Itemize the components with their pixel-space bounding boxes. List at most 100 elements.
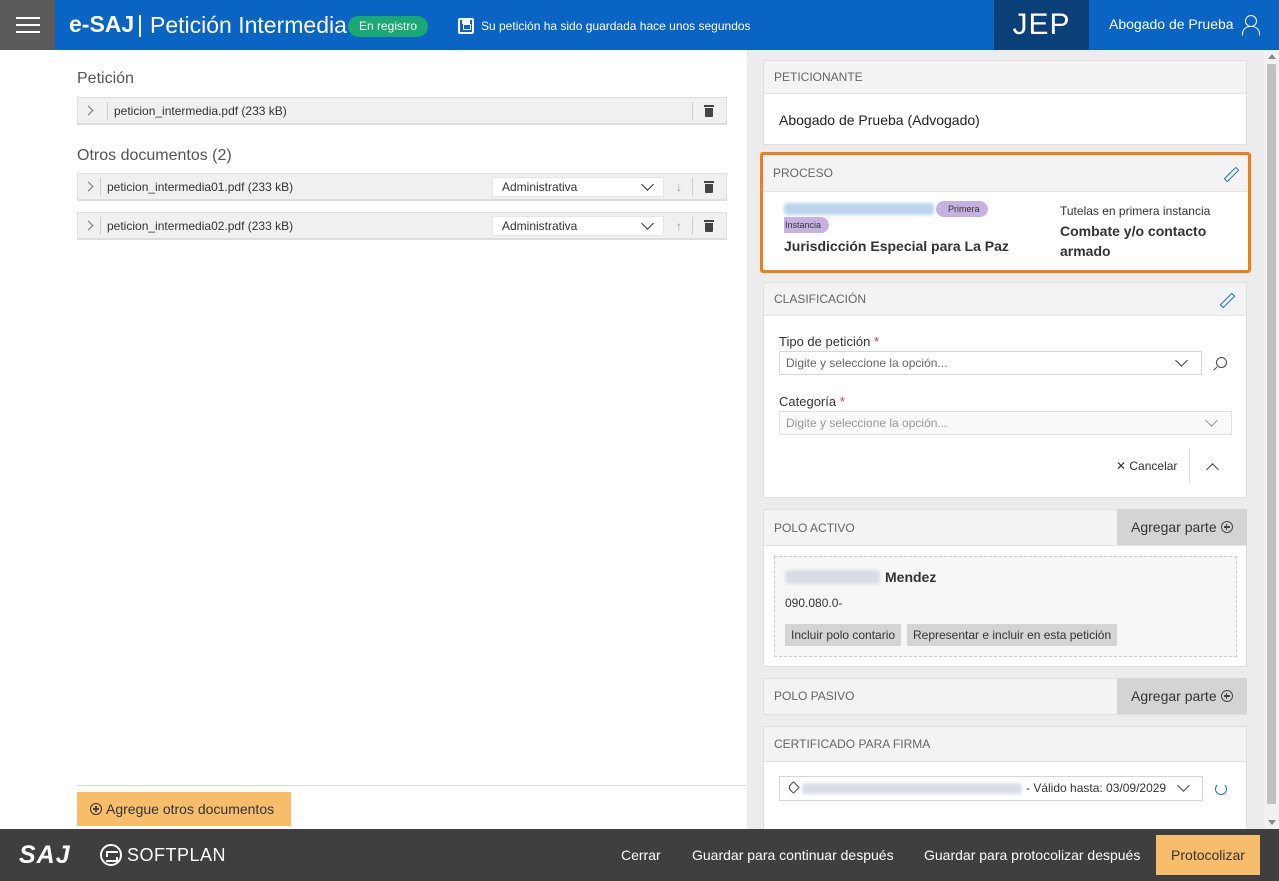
divider: [100, 217, 101, 235]
hamburger-menu-icon[interactable]: [0, 0, 55, 50]
add-documents-label: Agregue otros documentos: [106, 801, 275, 817]
other-document-row[interactable]: peticion_intermedia01.pdf (233 kB) Admin…: [77, 173, 727, 201]
brand-logo[interactable]: e-SAJ: [69, 11, 134, 38]
divider: [100, 178, 101, 196]
otros-documentos-title: Otros documentos (2): [77, 147, 232, 164]
save-continue-later-button[interactable]: Guardar para continuar después: [692, 847, 894, 863]
proceso-header: PROCESO: [763, 155, 1248, 192]
add-documents-button[interactable]: Agregue otros documentos: [77, 792, 291, 826]
divider: [692, 217, 693, 235]
trash-icon[interactable]: [704, 220, 714, 232]
categoria-label: Categoría *: [779, 394, 845, 409]
move-down-arrow-icon[interactable]: ↓: [676, 180, 682, 194]
party-name: Mendez: [885, 569, 937, 585]
document-filename: peticion_intermedia.pdf (233 kB): [114, 104, 287, 118]
saj-logo: SAJ: [19, 841, 71, 869]
floppy-disk-icon: [458, 18, 474, 34]
edit-pencil-icon[interactable]: [1223, 167, 1237, 181]
categoria-input[interactable]: Digite y seleccione la opción...: [779, 411, 1232, 435]
divider: [692, 178, 693, 196]
expand-chevron-icon[interactable]: [85, 220, 95, 232]
scroll-down-arrow-icon[interactable]: [1268, 820, 1276, 825]
user-icon[interactable]: [1241, 15, 1260, 36]
instance-badge-line1: Primera: [936, 201, 988, 217]
categoria-label-text: Categoría: [779, 394, 837, 409]
plus-circle-icon: [1220, 690, 1233, 702]
trash-icon[interactable]: [704, 181, 714, 193]
chevron-down-icon: [641, 178, 654, 191]
redacted-process-number: [784, 203, 934, 215]
user-name[interactable]: Abogado de Prueba: [1109, 16, 1234, 32]
tag-icon: [787, 781, 800, 794]
agregar-parte-label: Agregar parte: [1131, 688, 1217, 704]
proceso-header-label: PROCESO: [773, 166, 834, 180]
top-bar: e-SAJ | Petición Intermedia En registro …: [0, 0, 1279, 50]
save-protocol-later-button[interactable]: Guardar para protocolizar después: [924, 847, 1140, 863]
chevron-down-icon: [641, 217, 654, 230]
title-separator: |: [137, 11, 143, 37]
scroll-up-arrow-icon[interactable]: [1268, 54, 1276, 59]
expand-chevron-icon[interactable]: [85, 181, 95, 193]
clasificacion-header: CLASIFICACIÓN: [764, 283, 1246, 316]
required-mark: *: [873, 334, 879, 349]
divider: [107, 102, 108, 120]
agregar-parte-label: Agregar parte: [1131, 519, 1217, 535]
document-type-select[interactable]: Administrativa: [492, 177, 664, 197]
chevron-down-icon[interactable]: [1177, 779, 1190, 792]
trash-icon[interactable]: [704, 105, 714, 117]
documents-area: [0, 50, 747, 829]
certificate-valid-until: - Válido hasta: 03/09/2029: [1026, 781, 1167, 795]
process-class-value: Combate y/o contacto armado: [1060, 223, 1207, 259]
proceso-card: PROCESO Primera Instancia Jurisdicción E…: [760, 152, 1251, 273]
close-button[interactable]: Cerrar: [621, 847, 661, 863]
divider: [1189, 448, 1190, 484]
redacted-party-first-name: [785, 570, 880, 584]
certificate-select[interactable]: - Válido hasta: 03/09/2029: [779, 776, 1203, 801]
cancel-button[interactable]: ✕ Cancelar: [1116, 459, 1177, 473]
footer-bar: SAJ SOFTPLAN Cerrar Guardar para continu…: [0, 829, 1279, 881]
user-menu[interactable]: Abogado de Prueba: [1109, 15, 1260, 36]
peticionante-name: Abogado de Prueba (Advogado): [779, 112, 980, 128]
scroll-thumb[interactable]: [1267, 64, 1276, 804]
chevron-down-icon[interactable]: [1205, 414, 1218, 427]
edit-pencil-icon[interactable]: [1219, 293, 1233, 307]
required-mark: *: [839, 394, 845, 409]
scrollbar[interactable]: [1264, 50, 1279, 829]
agregar-parte-pasivo-button[interactable]: Agregar parte: [1117, 678, 1247, 714]
divider: [692, 102, 693, 120]
agregar-parte-activo-button[interactable]: Agregar parte: [1117, 509, 1247, 545]
clasificacion-header-label: CLASIFICACIÓN: [774, 292, 867, 306]
softplan-logo-text: SOFTPLAN: [127, 844, 227, 865]
tipo-peticion-label-text: Tipo de petición: [779, 334, 871, 349]
divider: [77, 785, 747, 786]
plus-circle-icon: [1220, 521, 1233, 533]
move-up-arrow-icon[interactable]: ↑: [676, 219, 682, 233]
peticionante-header: PETICIONANTE: [764, 61, 1246, 94]
instance-badge-line2: Instancia: [784, 217, 830, 233]
tipo-peticion-input[interactable]: Digite y seleccione la opción...: [779, 351, 1202, 375]
save-status-text: Su petición ha sido guardada hace unos s…: [481, 19, 751, 33]
peticion-document-row[interactable]: peticion_intermedia.pdf (233 kB): [77, 97, 727, 125]
represent-include-button[interactable]: Representar e incluir en esta petición: [907, 624, 1118, 646]
party-document: 090.080.0-: [785, 596, 843, 610]
other-document-row[interactable]: peticion_intermedia02.pdf (233 kB) Admin…: [77, 212, 727, 240]
search-icon[interactable]: [1213, 357, 1227, 371]
protocolizar-button[interactable]: Protocolizar: [1156, 835, 1260, 875]
chevron-down-icon[interactable]: [1175, 354, 1188, 367]
peticionante-card: PETICIONANTE Abogado de Prueba (Advogado…: [763, 60, 1247, 145]
softplan-logo: SOFTPLAN: [100, 844, 226, 866]
certificado-header: CERTIFICADO PARA FIRMA: [764, 727, 1246, 762]
plus-circle-icon: [90, 803, 102, 815]
tipo-peticion-label: Tipo de petición *: [779, 334, 879, 349]
status-badge: En registro: [348, 16, 429, 37]
document-type-value: Administrativa: [502, 180, 578, 194]
document-filename: peticion_intermedia02.pdf (233 kB): [107, 219, 294, 233]
document-type-value: Administrativa: [502, 219, 578, 233]
expand-chevron-icon[interactable]: [85, 105, 95, 117]
document-filename: peticion_intermedia01.pdf (233 kB): [107, 180, 294, 194]
tipo-peticion-placeholder: Digite y seleccione la opción...: [786, 356, 948, 370]
include-polo-contrario-button[interactable]: Incluir polo contario: [785, 624, 902, 646]
refresh-icon[interactable]: [1215, 783, 1227, 795]
save-status: Su petición ha sido guardada hace unos s…: [458, 18, 751, 34]
document-type-select[interactable]: Administrativa: [492, 216, 664, 236]
